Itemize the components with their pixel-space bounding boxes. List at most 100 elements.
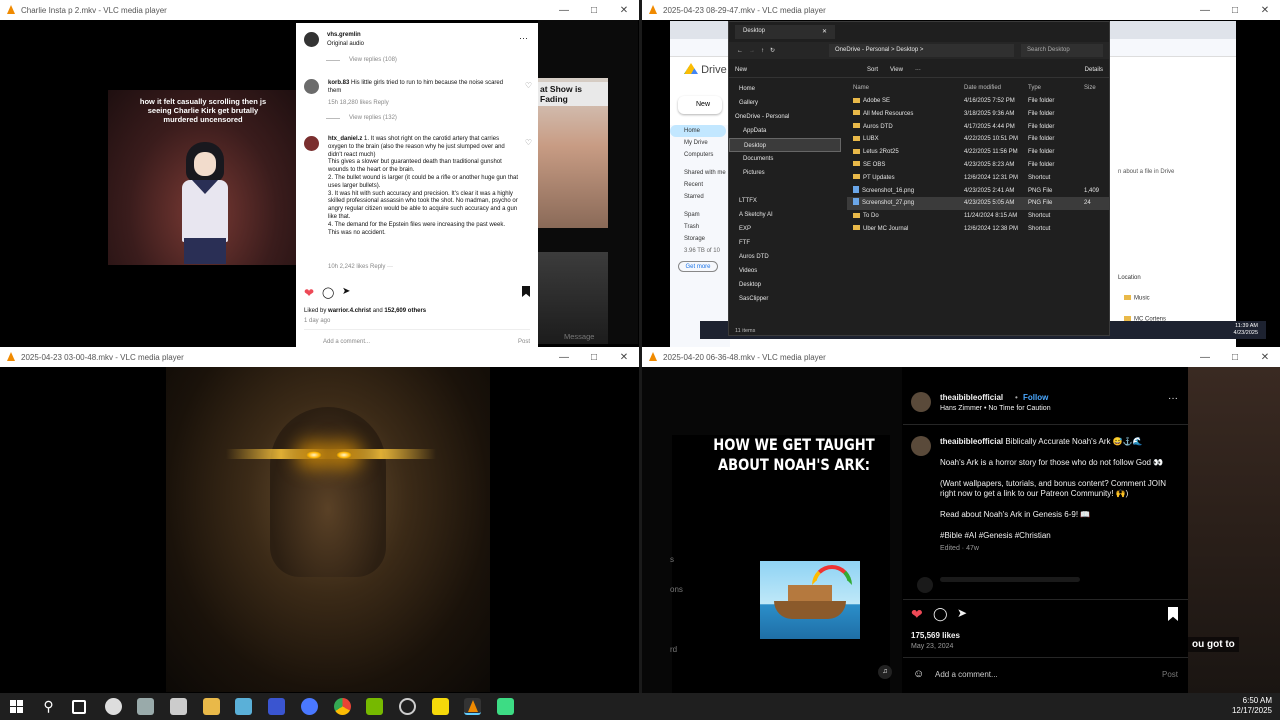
column-header-type[interactable]: Type <box>1024 82 1080 95</box>
get-more-storage-button[interactable]: Get more <box>678 261 718 272</box>
message-button[interactable]: Message <box>564 332 594 341</box>
like-heart-icon[interactable]: ♡ <box>525 138 532 147</box>
file-row[interactable]: Screenshot_16.png 4/23/2025 2:41 AM PNG Fi… <box>847 185 1109 198</box>
new-menu-button[interactable]: New <box>735 67 747 73</box>
tree-item[interactable]: Auros DTD <box>729 250 841 264</box>
close-tab-icon[interactable]: ✕ <box>822 28 827 35</box>
likes-count[interactable]: 175,569 likes <box>911 631 960 640</box>
share-icon[interactable]: ➤ <box>342 286 350 297</box>
post-username[interactable]: theaibibleofficial <box>940 393 1003 402</box>
tree-item[interactable]: EXP <box>729 222 841 236</box>
back-arrow-icon[interactable]: ← <box>737 48 743 54</box>
share-icon[interactable]: ➤ <box>957 606 967 620</box>
app-icon[interactable] <box>399 698 416 715</box>
liked-heart-icon[interactable]: ❤ <box>911 606 923 623</box>
comment-meta[interactable]: 10h 2,242 likes Reply ··· <box>328 264 393 270</box>
task-view-icon[interactable] <box>72 700 86 714</box>
app-icon[interactable] <box>105 698 122 715</box>
location-item[interactable]: Music <box>1124 295 1150 302</box>
follow-button[interactable]: Follow <box>1023 393 1048 402</box>
tree-item[interactable]: LTTFX <box>729 194 841 208</box>
tree-item[interactable]: A Sketchy AI <box>729 208 841 222</box>
video-area[interactable] <box>0 367 639 693</box>
file-row[interactable]: Adobe SE 4/16/2025 7:52 PM File folder <box>847 95 1109 108</box>
details-button[interactable]: Details <box>1085 67 1103 73</box>
avatar[interactable] <box>304 136 319 151</box>
app-icon[interactable] <box>432 698 449 715</box>
app-icon[interactable] <box>301 698 318 715</box>
file-row[interactable]: PT Updates 12/6/2024 12:31 PM Shortcut <box>847 172 1109 185</box>
close-button[interactable]: ✕ <box>609 352 639 363</box>
video-area[interactable]: Drive New Home My Drive Computers Shared… <box>642 20 1280 347</box>
column-header-size[interactable]: Size <box>1080 82 1100 95</box>
file-row[interactable]: Letus 2Rot25 4/22/2025 11:56 PM File folde… <box>847 146 1109 159</box>
liked-heart-icon[interactable]: ❤ <box>304 286 314 300</box>
maximize-button[interactable]: □ <box>579 5 609 16</box>
post-comment-button[interactable]: Post <box>1162 670 1178 679</box>
add-comment-input[interactable]: Add a comment... <box>323 339 370 345</box>
nav-item[interactable]: Spam <box>670 209 730 221</box>
tree-item[interactable]: OneDrive - Personal <box>729 110 841 124</box>
tree-item[interactable]: AppData <box>729 124 841 138</box>
close-button[interactable]: ✕ <box>609 5 639 16</box>
view-replies-link[interactable]: View replies (132) <box>349 115 397 121</box>
tree-item[interactable]: Pictures <box>729 166 841 180</box>
maximize-button[interactable]: □ <box>1220 352 1250 363</box>
column-header-name[interactable]: Name <box>847 82 960 95</box>
breadcrumb-item[interactable]: Desktop <box>896 47 918 53</box>
comment-meta[interactable]: 15h 18,280 likes Reply <box>328 100 389 106</box>
maximize-button[interactable]: □ <box>1220 5 1250 16</box>
avatar[interactable] <box>911 436 931 456</box>
app-icon[interactable] <box>235 698 252 715</box>
add-comment-input[interactable]: Add a comment... <box>935 670 998 679</box>
sort-menu-button[interactable]: Sort <box>867 67 878 73</box>
minimize-button[interactable]: — <box>1190 352 1220 363</box>
vlc-taskbar-icon[interactable] <box>464 698 481 715</box>
minimize-button[interactable]: — <box>549 5 579 16</box>
mute-icon[interactable]: ♫ <box>878 665 892 679</box>
close-button[interactable]: ✕ <box>1250 5 1280 16</box>
new-button[interactable]: New <box>678 96 722 114</box>
post-audio[interactable]: Hans Zimmer • No Time for Caution <box>940 405 1051 412</box>
tree-item[interactable]: FTF <box>729 236 841 250</box>
search-input[interactable]: Search Desktop <box>1021 44 1103 57</box>
bookmark-icon[interactable] <box>522 286 530 297</box>
avatar[interactable] <box>304 32 319 47</box>
app-icon[interactable] <box>366 698 383 715</box>
avatar[interactable] <box>304 79 319 94</box>
nav-item[interactable]: Shared with me <box>670 167 730 179</box>
post-comment-button[interactable]: Post <box>518 339 530 345</box>
hashtags[interactable]: #Bible #AI #Genesis #Christian <box>940 531 1180 542</box>
comment-username[interactable]: htx_daniel.z <box>328 136 362 142</box>
tree-item[interactable]: Gallery <box>729 96 841 110</box>
file-row[interactable]: All Med Resources 3/18/2025 9:36 AM File f… <box>847 108 1109 121</box>
nav-item[interactable]: Trash <box>670 221 730 233</box>
breadcrumb[interactable]: OneDrive - Personal > Desktop > <box>829 44 1014 57</box>
preview-thumbnail[interactable] <box>538 252 608 344</box>
forward-arrow-icon[interactable]: → <box>749 48 755 54</box>
explorer-tab[interactable]: Desktop ✕ <box>735 25 835 39</box>
close-button[interactable]: ✕ <box>1250 352 1280 363</box>
nav-item[interactable]: My Drive <box>670 137 730 149</box>
post-audio[interactable]: Original audio <box>327 41 364 47</box>
breadcrumb-item[interactable]: OneDrive - Personal <box>835 47 889 53</box>
comment-icon[interactable]: ◯ <box>322 286 334 299</box>
comment-username[interactable]: korb.83 <box>328 80 349 86</box>
like-heart-icon[interactable]: ♡ <box>525 81 532 90</box>
tree-item[interactable]: SasClipper <box>729 292 841 306</box>
file-row[interactable]: To Do 11/24/2024 8:15 AM Shortcut <box>847 210 1109 223</box>
minimize-button[interactable]: — <box>549 352 579 363</box>
more-options-icon[interactable]: ··· <box>1168 393 1178 404</box>
search-icon[interactable]: ⚲ <box>40 698 57 715</box>
more-options-button[interactable]: ··· <box>915 67 921 73</box>
minimize-button[interactable]: — <box>1190 5 1220 16</box>
view-replies-link[interactable]: View replies (108) <box>349 57 397 63</box>
app-icon[interactable] <box>268 698 285 715</box>
file-row[interactable]: Auros DTD 4/17/2025 4:44 PM File folder <box>847 121 1109 134</box>
tree-item[interactable]: Videos <box>729 264 841 278</box>
maximize-button[interactable]: □ <box>579 352 609 363</box>
emoji-icon[interactable]: ☺ <box>913 668 924 680</box>
system-clock[interactable]: 6:50 AM 12/17/2025 <box>1232 696 1272 716</box>
up-arrow-icon[interactable]: ↑ <box>761 48 764 54</box>
file-row[interactable]: SE OBS 4/23/2025 8:23 AM File folder <box>847 159 1109 172</box>
